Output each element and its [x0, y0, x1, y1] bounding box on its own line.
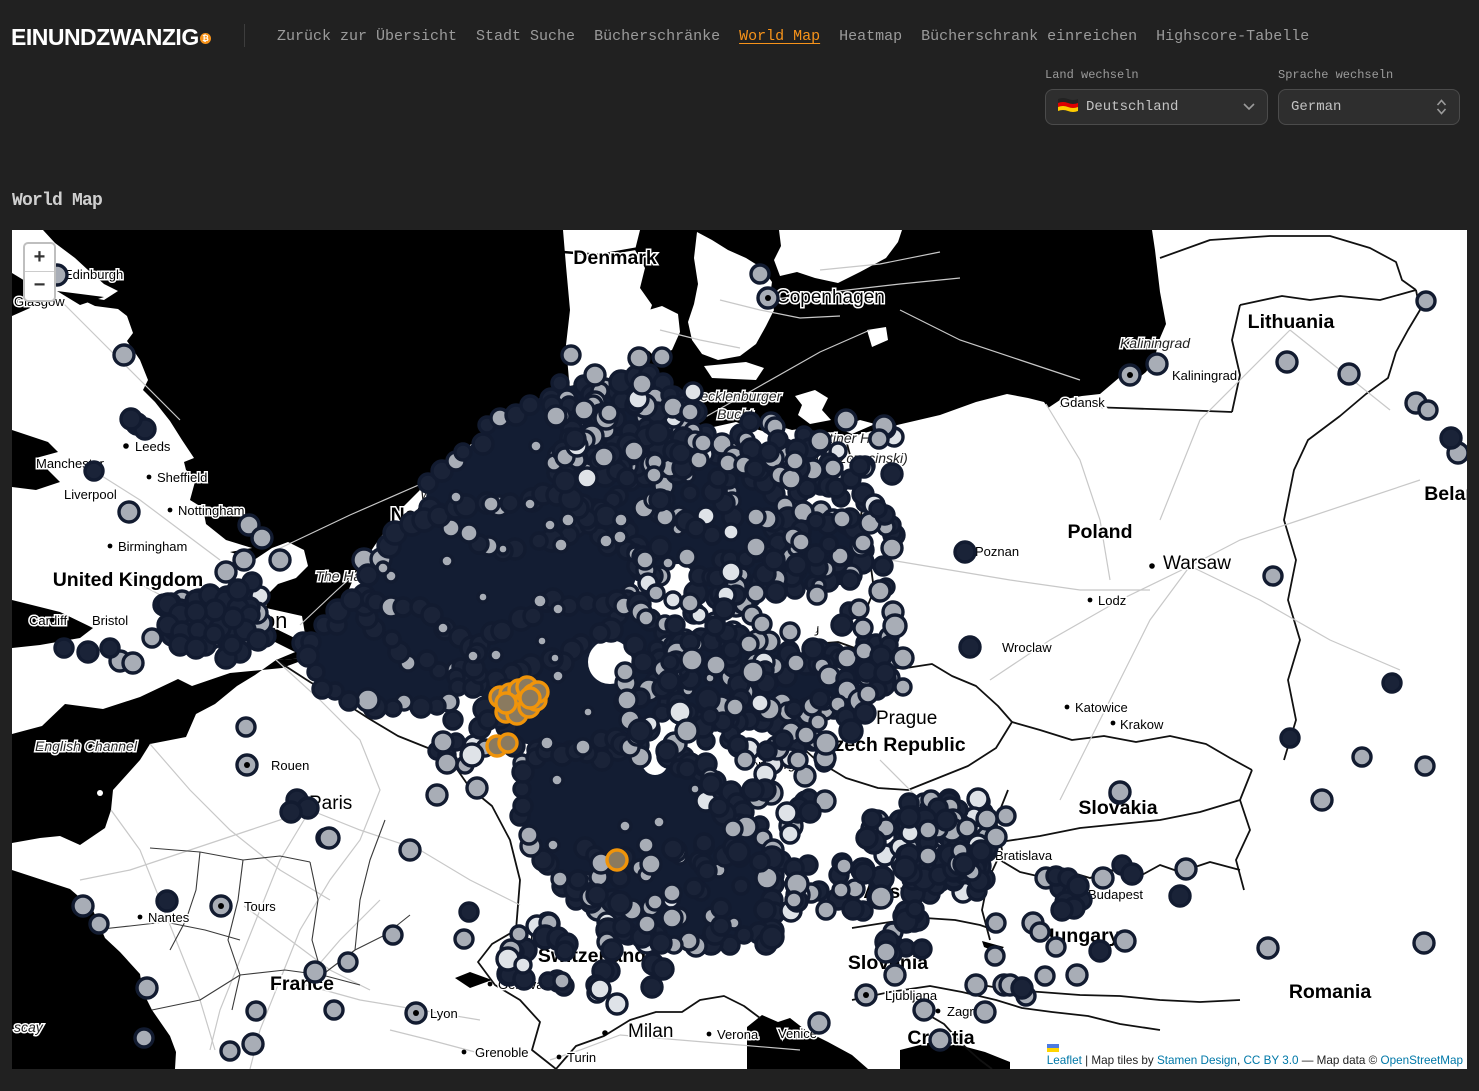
- svg-text:English Channel: English Channel: [35, 738, 138, 754]
- svg-text:Kaliningrad: Kaliningrad: [1172, 368, 1237, 383]
- svg-text:Denmark: Denmark: [573, 247, 657, 269]
- svg-text:Cardiff: Cardiff: [29, 613, 67, 628]
- svg-text:Kaliningrad: Kaliningrad: [1120, 335, 1191, 351]
- svg-text:Turin: Turin: [567, 1050, 596, 1065]
- svg-text:Wroclaw: Wroclaw: [1002, 640, 1052, 655]
- svg-text:Birmingham: Birmingham: [118, 539, 187, 554]
- svg-text:Grenoble: Grenoble: [475, 1045, 528, 1060]
- svg-text:Budapest: Budapest: [1088, 887, 1143, 902]
- svg-text:Belarus: Belarus: [1424, 483, 1467, 505]
- svg-text:Copenhagen: Copenhagen: [776, 287, 885, 308]
- svg-text:Lodz: Lodz: [1098, 593, 1126, 608]
- svg-text:Lyon: Lyon: [430, 1006, 458, 1021]
- svg-text:Lithuania: Lithuania: [1248, 311, 1335, 333]
- svg-text:scay: scay: [14, 1019, 44, 1035]
- svg-text:Poznan: Poznan: [975, 544, 1019, 559]
- svg-text:Liverpool: Liverpool: [64, 487, 117, 502]
- svg-text:United Kingdom: United Kingdom: [53, 569, 204, 591]
- svg-text:Warsaw: Warsaw: [1163, 553, 1231, 574]
- svg-text:Verona: Verona: [717, 1027, 759, 1042]
- svg-text:Sheffield: Sheffield: [157, 470, 207, 485]
- svg-text:Prague: Prague: [876, 708, 937, 729]
- svg-text:Nottingham: Nottingham: [178, 503, 244, 518]
- svg-text:Leeds: Leeds: [135, 439, 171, 454]
- svg-text:Poland: Poland: [1067, 521, 1132, 543]
- svg-text:Gdansk: Gdansk: [1060, 395, 1105, 410]
- svg-text:Milan: Milan: [628, 1021, 673, 1042]
- svg-text:Tours: Tours: [244, 899, 276, 914]
- svg-text:Katowice: Katowice: [1075, 700, 1128, 715]
- svg-text:Bratislava: Bratislava: [995, 848, 1053, 863]
- svg-text:Edinburgh: Edinburgh: [64, 267, 123, 282]
- svg-text:Bristol: Bristol: [92, 613, 128, 628]
- svg-text:Krakow: Krakow: [1120, 717, 1164, 732]
- svg-text:Rouen: Rouen: [271, 758, 309, 773]
- svg-text:Romania: Romania: [1289, 981, 1372, 1003]
